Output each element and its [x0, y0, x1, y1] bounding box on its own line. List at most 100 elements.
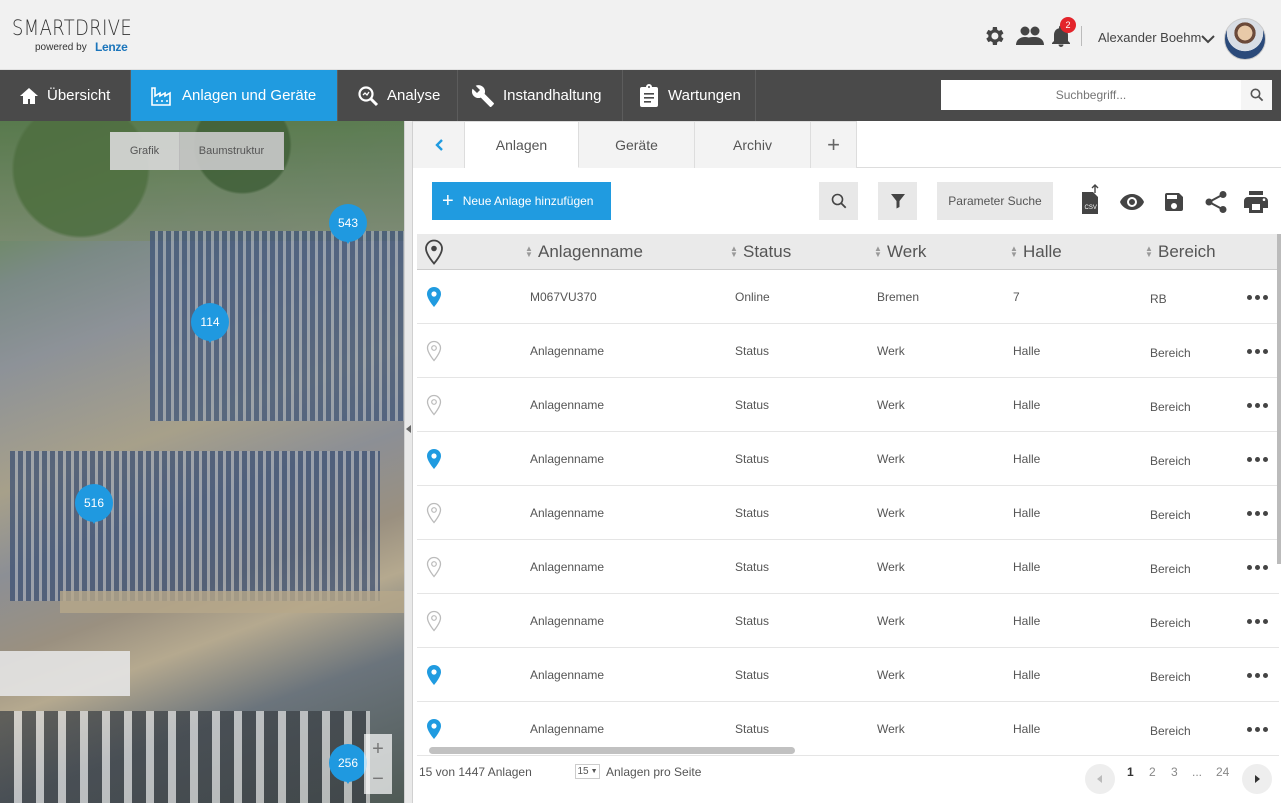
map-view-tabs: Grafik Baumstruktur [110, 132, 284, 170]
more-options-icon[interactable] [1245, 432, 1269, 486]
nav-item-instandhaltung[interactable]: Instandhaltung [458, 70, 623, 121]
column-header-anlagenname[interactable]: ▲ ▼ Anlagenname [525, 234, 643, 270]
tab-archiv[interactable]: Archiv [695, 121, 811, 168]
search-button[interactable] [1241, 80, 1272, 110]
tab-anlagen[interactable]: Anlagen [465, 121, 579, 168]
per-page-label: Anlagen pro Seite [606, 765, 702, 779]
row-location-cell[interactable] [426, 324, 442, 378]
location-pin-filled-icon [427, 449, 441, 469]
table-row[interactable]: Anlagenname Status Werk Halle Bereich [417, 486, 1279, 540]
more-options-icon[interactable] [1245, 594, 1269, 648]
nav-item-uebersicht[interactable]: Übersicht [0, 70, 131, 121]
row-location-cell[interactable] [426, 648, 442, 702]
parameter-search-button[interactable]: Parameter Suche [937, 182, 1053, 220]
cell-halle: Halle [1013, 398, 1041, 412]
print-button[interactable] [1242, 188, 1270, 216]
csv-export-button[interactable]: CSV [1076, 184, 1104, 216]
page-2[interactable]: 2 [1149, 765, 1156, 779]
share-button[interactable] [1202, 188, 1230, 216]
map-cluster-pin[interactable]: 256 [329, 744, 367, 788]
location-pin-outline-icon [426, 610, 442, 632]
view-button[interactable] [1118, 188, 1146, 216]
scrollbar-thumb[interactable] [429, 747, 795, 754]
page-1[interactable]: 1 [1127, 765, 1134, 779]
search-input[interactable] [941, 80, 1241, 110]
collapse-panel-button[interactable] [413, 121, 465, 168]
panel-splitter[interactable] [404, 121, 413, 803]
filter-button[interactable] [878, 182, 917, 220]
more-options-icon[interactable] [1245, 540, 1269, 594]
table-row[interactable]: M067VU370 Online Bremen 7 RB [417, 270, 1279, 324]
nav-item-wartungen[interactable]: Wartungen [623, 70, 756, 121]
horizontal-scrollbar[interactable] [417, 745, 1279, 755]
user-name[interactable]: Alexander Boehm [1098, 30, 1201, 45]
map-view[interactable]: Grafik Baumstruktur 543 114 516 256 + − [0, 121, 404, 803]
map-cluster-pin[interactable]: 516 [75, 484, 113, 528]
more-options-icon[interactable] [1245, 378, 1269, 432]
map-building [150, 231, 404, 421]
page-24[interactable]: 24 [1216, 765, 1229, 779]
table-row[interactable]: Anlagenname Status Werk Halle Bereich [417, 648, 1279, 702]
pin-count: 256 [329, 744, 367, 782]
row-location-cell[interactable] [426, 270, 442, 324]
table-row[interactable]: Anlagenname Status Werk Halle Bereich [417, 432, 1279, 486]
table-row[interactable]: Anlagenname Status Werk Halle Bereich [417, 594, 1279, 648]
table-search-button[interactable] [819, 182, 858, 220]
search-icon [831, 193, 846, 209]
chevron-down-icon[interactable] [1201, 31, 1215, 49]
per-page-select[interactable]: 15 ▼ [575, 764, 600, 779]
save-button[interactable] [1160, 188, 1188, 216]
location-column-header[interactable] [424, 234, 444, 270]
zoom-out-button[interactable]: − [364, 764, 392, 794]
search-icon [1250, 88, 1263, 102]
row-location-cell[interactable] [426, 486, 442, 540]
chevron-left-icon [1097, 775, 1102, 783]
more-options-icon[interactable] [1245, 324, 1269, 378]
column-header-bereich[interactable]: ▲ ▼ Bereich [1145, 234, 1216, 270]
row-location-cell[interactable] [426, 432, 442, 486]
logo-subtitle: powered by [35, 42, 87, 53]
tab-geraete[interactable]: Geräte [579, 121, 695, 168]
cell-anlagenname: Anlagenname [530, 668, 605, 682]
cell-werk: Werk [877, 560, 905, 574]
row-location-cell[interactable] [426, 594, 442, 648]
row-location-cell[interactable] [426, 378, 442, 432]
nav-item-label: Anlagen und Geräte [182, 87, 317, 104]
avatar[interactable] [1224, 18, 1266, 60]
page-3[interactable]: 3 [1171, 765, 1178, 779]
zoom-in-button[interactable]: + [364, 734, 392, 764]
table-row[interactable]: Anlagenname Status Werk Halle Bereich [417, 324, 1279, 378]
next-page-button[interactable] [1242, 764, 1272, 794]
column-header-status[interactable]: ▲ ▼ Status [730, 234, 791, 270]
sort-icon: ▲ ▼ [525, 244, 533, 259]
row-location-cell[interactable] [426, 540, 442, 594]
map-cluster-pin[interactable]: 543 [329, 204, 367, 248]
chevron-down-icon: ▼ [590, 768, 598, 775]
cell-status: Status [735, 506, 770, 520]
collapse-arrow-icon[interactable] [406, 425, 411, 433]
column-header-werk[interactable]: ▲ ▼ Werk [874, 234, 926, 270]
prev-page-button[interactable] [1085, 764, 1115, 794]
add-tab-button[interactable]: + [811, 121, 857, 168]
tab-grafik[interactable]: Grafik [110, 132, 180, 170]
vertical-scrollbar[interactable] [1277, 234, 1281, 564]
table-row[interactable]: Anlagenname Status Werk Halle Bereich [417, 378, 1279, 432]
more-options-icon[interactable] [1245, 486, 1269, 540]
location-pin-outline-icon [426, 502, 442, 524]
map-cluster-pin[interactable]: 114 [191, 303, 229, 347]
more-options-icon[interactable] [1245, 648, 1269, 702]
add-asset-button[interactable]: + Neue Anlage hinzufügen [432, 182, 611, 220]
nav-item-anlagen[interactable]: Anlagen und Geräte [131, 70, 338, 121]
sort-icon: ▲ ▼ [1010, 244, 1018, 259]
users-icon[interactable] [1015, 24, 1045, 48]
gear-icon[interactable] [982, 24, 1006, 48]
more-options-icon[interactable] [1245, 270, 1269, 324]
pin-count: 543 [329, 204, 367, 242]
notification-badge: 2 [1060, 17, 1076, 33]
nav-item-analyse[interactable]: Analyse [338, 70, 458, 121]
cell-halle: Halle [1013, 560, 1041, 574]
csv-file-icon: CSV [1082, 184, 1099, 214]
column-header-halle[interactable]: ▲ ▼ Halle [1010, 234, 1062, 270]
tab-baumstruktur[interactable]: Baumstruktur [180, 132, 284, 170]
table-row[interactable]: Anlagenname Status Werk Halle Bereich [417, 540, 1279, 594]
